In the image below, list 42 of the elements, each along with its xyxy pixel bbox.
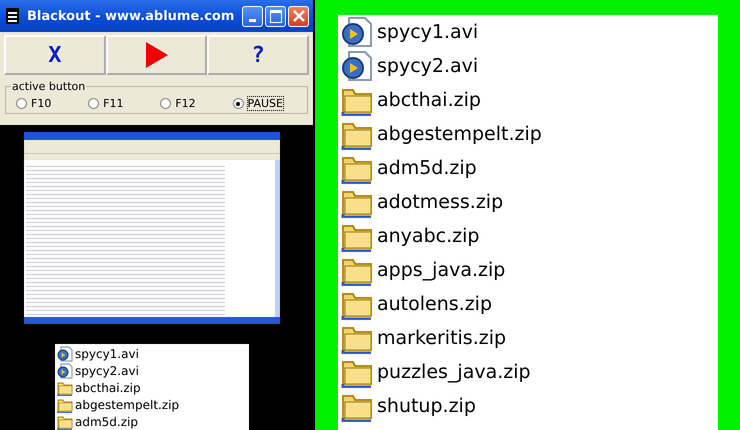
file-name: markeritis.zip [377, 327, 506, 349]
file-name: spycy1.avi [75, 346, 139, 360]
zip-folder-icon [57, 414, 73, 430]
toolbar-button[interactable]: X [4, 35, 106, 75]
window-title: Blackout - www.ablume.com [27, 8, 236, 24]
zip-folder-icon [57, 380, 73, 396]
file-name: abcthai.zip [377, 89, 481, 111]
radio-button[interactable] [16, 98, 27, 109]
radio-button[interactable] [88, 98, 100, 109]
zip-folder-icon [57, 396, 73, 412]
radio-option[interactable]: F10 [16, 97, 52, 110]
play-icon [146, 42, 168, 68]
file-name: autolens.zip [377, 293, 492, 315]
file-name: spycy2.avi [377, 55, 478, 77]
maximize-button[interactable] [265, 6, 286, 26]
file-name: puzzles_java.zip [377, 361, 531, 383]
radio-option[interactable]: F12 [160, 97, 196, 110]
file-name: anyabc.zip [377, 225, 480, 247]
radio-button[interactable] [160, 98, 172, 109]
close-icon [292, 9, 306, 23]
file-name: adm5d.zip [75, 414, 138, 428]
file-name: abgestempelt.zip [377, 123, 542, 145]
file-name: abgestempelt.zip [75, 398, 180, 412]
app-icon [6, 8, 19, 24]
file-name: adotmess.zip [377, 191, 504, 213]
group-label: active button [11, 80, 86, 93]
minimize-icon [249, 18, 256, 22]
radio-option[interactable]: PAUSE [232, 97, 283, 110]
file-name: spycy2.avi [75, 364, 139, 378]
file-name: shutup.zip [377, 395, 476, 417]
minimize-button[interactable] [242, 6, 263, 26]
radio-button[interactable] [232, 98, 244, 109]
file-name: apps_java.zip [377, 259, 506, 281]
play-button[interactable] [106, 35, 208, 75]
file-name: spycy1.avi [377, 21, 478, 43]
file-name: abcthai.zip [75, 380, 141, 394]
radio-option[interactable]: F11 [88, 97, 124, 110]
toolbar-button[interactable]: ? [207, 35, 310, 75]
maximize-icon [270, 10, 282, 22]
media-file-icon [341, 50, 373, 82]
file-name: adm5d.zip [377, 157, 477, 179]
close-button[interactable] [288, 6, 309, 26]
